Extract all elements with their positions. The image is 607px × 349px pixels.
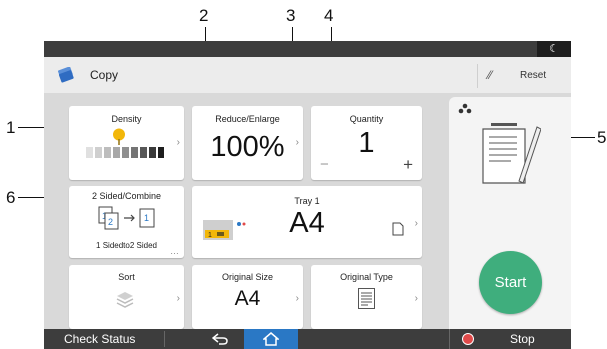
toner-icon xyxy=(458,103,472,114)
two-sided-conversion-icon: 1 2 1 xyxy=(98,206,155,230)
app-title: Copy xyxy=(90,68,119,82)
right-panel: Start xyxy=(449,97,571,329)
tray-icon: 1 xyxy=(203,220,246,240)
quantity-minus-button[interactable]: − xyxy=(320,156,329,173)
bottom-bar: Check Status Stop xyxy=(44,329,571,349)
back-icon[interactable] xyxy=(212,333,228,345)
original-type-label: Original Type xyxy=(340,272,393,282)
document-icon xyxy=(358,288,375,309)
reduce-enlarge-tile[interactable]: Reduce/Enlarge 100% › xyxy=(192,106,303,180)
original-type-tile[interactable]: Original Type › xyxy=(311,265,422,329)
quantity-label: Quantity xyxy=(349,114,384,124)
callout-4: 4 xyxy=(324,6,334,25)
stop-icon[interactable] xyxy=(462,333,474,345)
svg-text:1: 1 xyxy=(208,232,212,239)
paper-tray-tile[interactable]: Tray 1 A4 1 › xyxy=(192,186,422,258)
app-header: Copy ⁄⁄ Reset xyxy=(44,57,571,93)
svg-text:1: 1 xyxy=(144,213,149,223)
start-button[interactable]: Start xyxy=(479,251,542,314)
home-button[interactable] xyxy=(244,329,298,349)
two-sided-combine-label: 2 Sided/Combine xyxy=(91,191,162,201)
original-size-value: A4 xyxy=(234,287,261,310)
callout-6: 6 xyxy=(6,188,16,207)
chevron-right-icon: › xyxy=(295,137,299,148)
night-mode-icon[interactable]: ☾ xyxy=(537,41,571,57)
check-status-divider xyxy=(164,331,165,347)
sort-tile[interactable]: Sort › xyxy=(69,265,184,329)
callout-2: 2 xyxy=(199,6,209,25)
sort-icon xyxy=(116,292,134,308)
copy-app-icon xyxy=(57,67,74,83)
density-tile[interactable]: Density › xyxy=(69,106,184,180)
quantity-plus-button[interactable]: + xyxy=(403,155,413,175)
callout-1: 1 xyxy=(6,118,16,137)
reset-button[interactable]: ⁄⁄ Reset xyxy=(477,64,567,88)
check-status-button[interactable]: Check Status xyxy=(64,329,135,349)
copier-screen: ☾ Copy ⁄⁄ Reset Density › Reduce/Enlarge… xyxy=(44,41,571,349)
home-icon xyxy=(263,332,279,346)
manual-figure: 1 2 3 4 5 6 ☾ Copy ⁄⁄ Reset Density › Re… xyxy=(0,0,607,349)
chevron-right-icon: › xyxy=(414,218,418,229)
density-label: Density xyxy=(111,114,142,124)
callout-3: 3 xyxy=(286,6,296,25)
chevron-right-icon: › xyxy=(176,137,180,148)
density-pin-icon xyxy=(113,128,125,145)
preview-icon[interactable] xyxy=(481,123,541,185)
reset-icon: ⁄⁄ xyxy=(488,68,493,82)
sort-label: Sort xyxy=(118,272,135,282)
two-sided-combine-status: 1 Sidedto2 Sided xyxy=(96,241,157,250)
density-scale-icon xyxy=(86,147,164,158)
svg-text:2: 2 xyxy=(108,217,113,227)
reduce-enlarge-label: Reduce/Enlarge xyxy=(215,114,280,124)
chevron-right-icon: › xyxy=(295,293,299,304)
original-size-label: Original Size xyxy=(221,272,274,282)
chevron-right-icon: › xyxy=(176,293,180,304)
original-size-tile[interactable]: Original Size A4 › xyxy=(192,265,303,329)
callout-5: 5 xyxy=(597,128,607,147)
reduce-enlarge-value: 100% xyxy=(210,131,285,163)
stop-button[interactable]: Stop xyxy=(510,329,535,349)
quantity-tile[interactable]: Quantity 1 − + xyxy=(311,106,422,180)
paper-orientation-icon xyxy=(392,222,404,236)
top-status-bar: ☾ xyxy=(44,41,571,57)
two-sided-combine-tile[interactable]: 2 Sided/Combine 1 2 1 1 Sidedto2 Sided … xyxy=(69,186,184,258)
reset-label: Reset xyxy=(520,70,547,81)
chevron-right-icon: › xyxy=(414,293,418,304)
more-options-icon: … xyxy=(170,246,179,256)
tray-label: Tray 1 xyxy=(294,196,320,206)
stop-divider xyxy=(449,329,450,349)
